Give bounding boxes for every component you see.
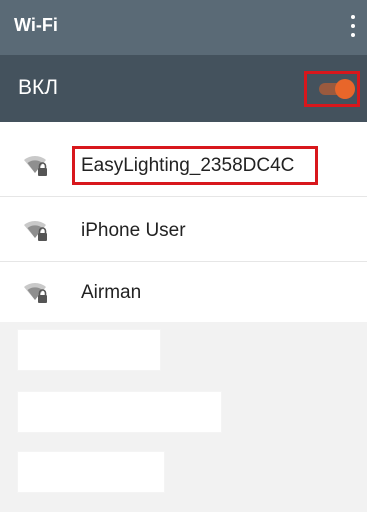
wifi-locked-icon bbox=[24, 220, 47, 241]
more-vert-icon[interactable] bbox=[349, 15, 357, 37]
network-ssid: iPhone User bbox=[81, 220, 186, 241]
network-highlight-box bbox=[72, 146, 318, 185]
wifi-locked-icon bbox=[24, 155, 47, 176]
wifi-switch-label: ВКЛ bbox=[18, 76, 59, 99]
divider bbox=[0, 196, 367, 197]
wifi-locked-icon bbox=[24, 282, 47, 303]
divider bbox=[0, 261, 367, 262]
list-placeholder bbox=[18, 452, 164, 492]
list-placeholder bbox=[18, 392, 221, 432]
toggle-thumb bbox=[335, 79, 355, 99]
page-title: Wi-Fi bbox=[14, 15, 58, 35]
network-item[interactable]: iPhone User bbox=[0, 201, 367, 261]
wifi-toggle[interactable] bbox=[319, 79, 355, 99]
network-item[interactable]: Airman bbox=[0, 263, 367, 323]
network-ssid: Airman bbox=[81, 282, 142, 303]
app-bar: Wi-Fi bbox=[0, 0, 367, 55]
list-placeholder bbox=[18, 330, 160, 370]
